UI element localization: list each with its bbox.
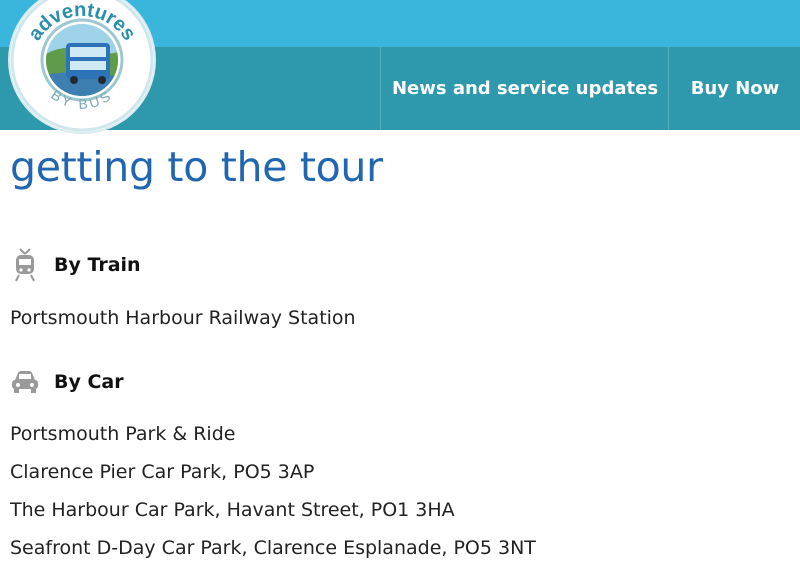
section-heading: By Train	[54, 254, 141, 276]
list-item: Portsmouth Harbour Railway Station	[10, 307, 356, 329]
list-item: Clarence Pier Car Park, PO5 3AP	[10, 461, 315, 483]
car-icon	[10, 365, 40, 399]
logo-emblem: adventures BY BUS	[10, 0, 154, 132]
section-by-train: By Train	[10, 248, 141, 282]
list-item: The Harbour Car Park, Havant Street, PO1…	[10, 499, 455, 521]
list-item: Seafront D-Day Car Park, Clarence Esplan…	[10, 537, 536, 559]
site-logo[interactable]: adventures BY BUS	[10, 0, 154, 132]
page-title: getting to the tour	[10, 143, 383, 191]
section-by-car: By Car	[10, 365, 124, 399]
train-icon	[10, 248, 40, 282]
list-item: Portsmouth Park & Ride	[10, 423, 236, 445]
nav-news-and-service-updates[interactable]: News and service updates	[380, 47, 669, 130]
section-heading: By Car	[54, 371, 124, 393]
nav-buy-now[interactable]: Buy Now	[668, 47, 800, 130]
